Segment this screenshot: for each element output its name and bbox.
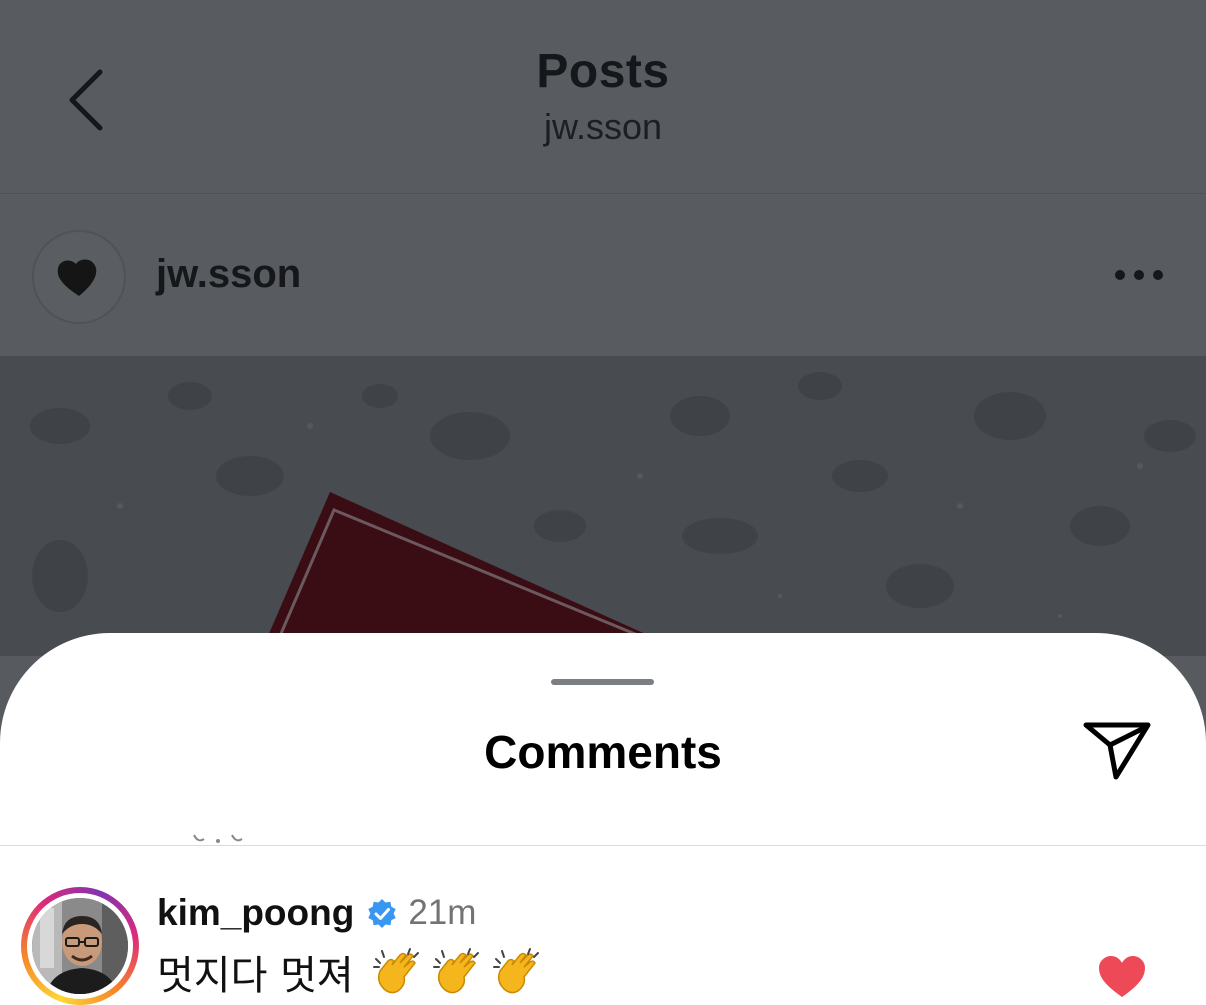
heart-avatar-icon: [57, 259, 97, 296]
like-comment-button[interactable]: [1097, 955, 1147, 999]
verified-badge-icon: [368, 899, 397, 928]
post-author-row: jw.sson: [0, 194, 1206, 355]
avatar-image: [32, 898, 128, 994]
page-subtitle: jw.sson: [543, 106, 663, 147]
send-icon: [1083, 722, 1151, 780]
clapping-hands-icon: [372, 948, 419, 994]
sheet-title: Comments: [484, 726, 722, 778]
comment-header: kim_poong 21m: [157, 891, 476, 935]
comment-body: 멋지다 멋져: [157, 945, 544, 999]
share-button[interactable]: [1080, 717, 1154, 785]
page-title: Posts: [536, 45, 670, 98]
post-photo[interactable]: [0, 356, 1206, 656]
sheet-divider: [0, 845, 1206, 846]
comments-sheet: Comments kim_poong 21m 멋지다 멋져: [0, 633, 1206, 1005]
commenter-avatar-photo: [32, 898, 128, 994]
clapping-hands-icon: [432, 948, 479, 994]
more-options-button[interactable]: [1108, 262, 1170, 290]
clapping-hands-icon: [492, 948, 539, 994]
post-author-name[interactable]: jw.sson: [156, 252, 301, 297]
heart-filled-icon: [1099, 956, 1145, 997]
top-header: Posts jw.sson: [0, 0, 1206, 194]
commenter-avatar[interactable]: [21, 887, 139, 1005]
more-horizontal-icon: [1115, 270, 1163, 280]
comment-item: kim_poong 21m 멋지다 멋져: [0, 879, 1206, 1005]
sheet-grabber[interactable]: [551, 679, 654, 685]
comment-username[interactable]: kim_poong: [157, 892, 354, 934]
comment-timestamp: 21m: [408, 893, 477, 932]
post-image: [0, 356, 1206, 656]
author-avatar[interactable]: [32, 230, 126, 324]
comment-text: 멋지다 멋져: [157, 953, 354, 999]
